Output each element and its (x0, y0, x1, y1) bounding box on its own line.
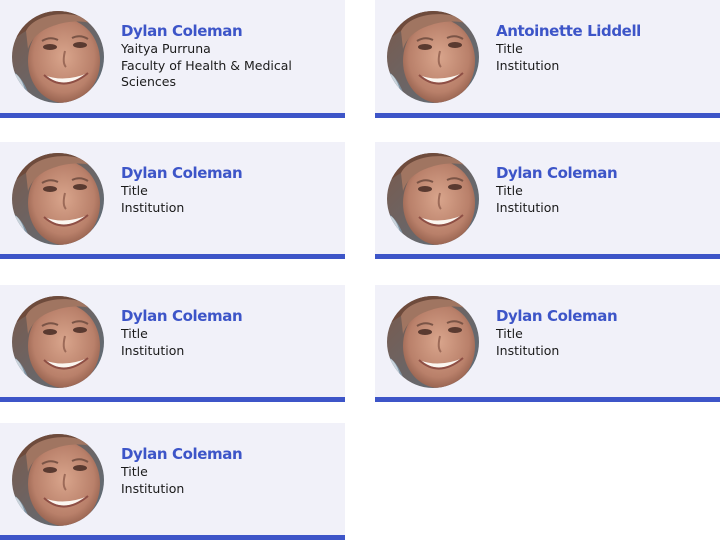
profile-title: Title (121, 326, 148, 341)
profile-name[interactable]: Dylan Coleman (121, 163, 337, 183)
profile-institution: Institution (121, 480, 185, 496)
profile-card[interactable]: Dylan Coleman Title Institution (375, 142, 720, 259)
profile-institution: Institution (121, 342, 185, 358)
avatar (12, 296, 104, 388)
profile-info: Dylan Coleman Title Institution (496, 306, 712, 359)
profile-name[interactable]: Antoinette Liddell (496, 21, 712, 41)
profile-card[interactable]: Antoinette Liddell Title Institution (375, 0, 720, 118)
profile-title: Title (496, 183, 523, 198)
profile-name[interactable]: Dylan Coleman (121, 306, 337, 326)
profile-card[interactable]: Dylan Coleman Title Institution (0, 285, 345, 402)
profile-institution: Institution (496, 199, 560, 215)
avatar (387, 296, 479, 388)
profile-institution: Faculty of Health & Medical (121, 57, 292, 73)
avatar (387, 153, 479, 245)
profile-name[interactable]: Dylan Coleman (496, 163, 712, 183)
profile-card[interactable]: Dylan Coleman Title Institution (375, 285, 720, 402)
avatar (12, 153, 104, 245)
avatar (12, 11, 104, 103)
profile-info: Antoinette Liddell Title Institution (496, 21, 712, 74)
profile-info: Dylan Coleman Title Institution (121, 306, 337, 359)
profile-name[interactable]: Dylan Coleman (496, 306, 712, 326)
profile-name[interactable]: Dylan Coleman (121, 444, 337, 464)
profile-card[interactable]: Dylan Coleman Title Institution (0, 142, 345, 259)
profile-info: Dylan Coleman Title Institution (121, 444, 337, 497)
profile-title: Yaitya Purruna (121, 41, 211, 56)
profile-title: Title (121, 183, 148, 198)
profile-title: Title (121, 464, 148, 479)
profile-card[interactable]: Dylan Coleman Yaitya Purruna Faculty of He… (0, 0, 345, 118)
profile-card[interactable]: Dylan Coleman Title Institution (0, 423, 345, 540)
profile-info: Dylan Coleman Title Institution (496, 163, 712, 216)
profile-institution: Institution (496, 342, 560, 358)
avatar (387, 11, 479, 103)
profile-info: Dylan Coleman Title Institution (121, 163, 337, 216)
profile-title: Title (496, 326, 523, 341)
profile-name[interactable]: Dylan Coleman (121, 21, 337, 41)
profile-institution: Institution (121, 199, 185, 215)
profile-info: Dylan Coleman Yaitya Purruna Faculty of He… (121, 21, 337, 91)
profile-institution: Sciences (121, 74, 176, 89)
profile-card-grid: Dylan Coleman Yaitya Purruna Faculty of He… (0, 0, 720, 540)
avatar (12, 434, 104, 526)
profile-institution: Institution (496, 57, 560, 73)
profile-title: Title (496, 41, 523, 56)
